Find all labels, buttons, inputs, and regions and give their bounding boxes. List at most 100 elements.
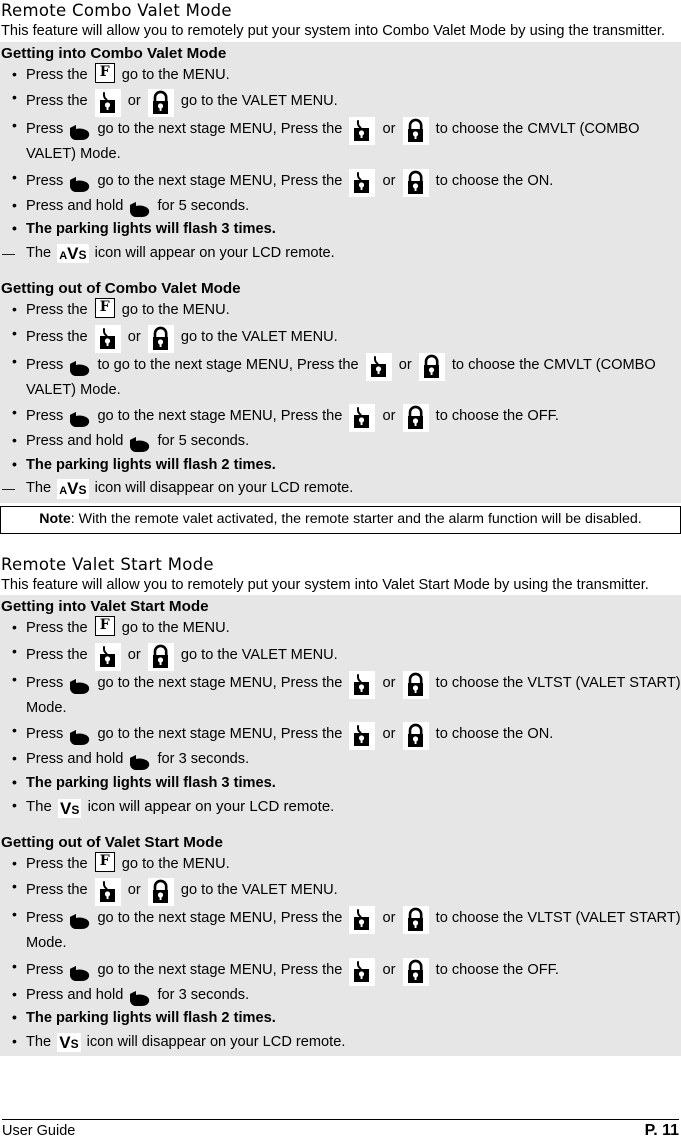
step-text: or [382, 407, 396, 424]
list-item: Press the F go to the MENU. [0, 616, 681, 641]
list-item: Press go to the next stage MENU, Press t… [0, 668, 681, 721]
step-text: go to the MENU. [121, 302, 230, 318]
step-text: or [127, 92, 141, 109]
list-item: Press the F go to the MENU. [0, 298, 681, 323]
section-title-combo-valet: Remote Combo Valet Mode [1, 1, 232, 20]
list-item: Press the F go to the MENU. [0, 63, 681, 88]
lock-icon [349, 906, 376, 934]
menu-f-button-icon: F [94, 851, 115, 872]
step-text: The [26, 480, 52, 496]
hand-pointer-icon [129, 752, 151, 772]
list-item: Press the F go to the MENU. [0, 851, 681, 877]
step-text: Press [26, 356, 64, 373]
list-item: Press go to the next stage MENU, Press t… [0, 955, 681, 986]
hand-pointer-icon [69, 676, 91, 696]
list-item: Press go to the next stage MENU, Press t… [0, 166, 681, 197]
step-text: or [127, 881, 141, 898]
hand-pointer-icon [69, 727, 91, 747]
note-box: Note: With the remote valet activated, t… [0, 505, 681, 534]
step-text: The [26, 798, 52, 815]
list-item: Press and hold for 5 seconds. [0, 194, 681, 219]
section-intro-valet-start: This feature will allow you to remotely … [1, 576, 649, 593]
vs-letter-v: V [59, 1032, 71, 1052]
step-text: The [26, 1033, 52, 1050]
step-text: Press [26, 407, 64, 424]
step-text: for 5 seconds. [157, 197, 250, 214]
list-item: The VS icon will disappear on your LCD r… [0, 1030, 681, 1055]
list-item: Press and hold for 3 seconds. [0, 983, 681, 1008]
list-item: Press go to the next stage MENU, Press t… [0, 401, 681, 432]
list-item: The AVS icon will disappear on your LCD … [0, 477, 681, 501]
steps-getting-into-combo-valet: Press the F go to the MENU. Press the or… [0, 63, 681, 266]
step-text: icon will disappear on your LCD remote. [94, 480, 354, 496]
step-text: go to the VALET MENU. [180, 646, 338, 663]
note-label: Note [39, 510, 71, 527]
manual-page: Remote Combo Valet Mode This feature wil… [0, 0, 681, 1146]
unlock-icon [147, 89, 174, 117]
step-text: icon will disappear on your LCD remote. [86, 1033, 346, 1050]
footer-document-label: User Guide [2, 1123, 76, 1139]
footer-page-number: P. 11 [644, 1122, 679, 1139]
avs-status-icon: AVS [57, 243, 89, 264]
step-text: go to the next stage MENU, Press the [97, 407, 343, 424]
vs-status-icon: VS [58, 798, 82, 818]
step-text: go to the VALET MENU. [180, 92, 338, 109]
lock-icon [349, 404, 376, 432]
step-text: The [26, 244, 52, 261]
steps-getting-into-valet-start: Press the F go to the MENU. Press the or… [0, 616, 681, 819]
step-text: icon will appear on your LCD remote. [87, 798, 335, 815]
step-text: or [382, 172, 396, 189]
step-text: go to the next stage MENU, Press the [97, 961, 343, 978]
unlock-icon [402, 117, 429, 145]
step-text: Press [26, 674, 64, 691]
combo-valet-panel: Getting into Combo Valet Mode Press the … [0, 41, 681, 503]
step-text: to choose the ON. [435, 725, 554, 742]
step-text: Press the [26, 855, 88, 872]
vs-letter-s: S [71, 802, 80, 817]
step-text: go to the MENU. [121, 855, 230, 872]
step-text: go to the next stage MENU, Press the [97, 674, 343, 691]
step-text: for 3 seconds. [157, 751, 250, 767]
unlock-icon [402, 957, 429, 986]
unlock-icon [402, 722, 429, 750]
step-text: Press the [26, 328, 88, 345]
heading-getting-into-valet-start: Getting into Valet Start Mode [1, 598, 209, 615]
step-text: Press [26, 961, 64, 978]
step-text: go to the next stage MENU, Press the [97, 725, 343, 742]
list-item: The parking lights will flash 3 times. [0, 217, 681, 242]
hand-pointer-icon [69, 122, 91, 142]
step-text: Press the [26, 92, 88, 109]
step-text: to choose the OFF. [435, 407, 559, 424]
hand-pointer-icon [69, 963, 91, 983]
list-item: Press go to the next stage MENU, Press t… [0, 719, 681, 750]
step-text: for 5 seconds. [157, 433, 250, 449]
list-item: Press the or go to the VALET MENU. [0, 875, 681, 906]
lock-icon [349, 722, 376, 750]
step-text: Press [26, 120, 64, 137]
menu-f-button-icon: F [94, 616, 115, 637]
list-item: Press the or go to the VALET MENU. [0, 86, 681, 117]
heading-getting-out-combo-valet: Getting out of Combo Valet Mode [1, 280, 241, 297]
step-text: to go to the next stage MENU, Press the [97, 356, 359, 373]
step-text: Press the [26, 646, 88, 663]
valet-start-panel: Getting into Valet Start Mode Press the … [0, 595, 681, 1056]
vs-status-icon: VS [57, 1032, 81, 1053]
step-text: go to the VALET MENU. [180, 328, 338, 345]
hand-pointer-icon [129, 434, 151, 454]
step-text: go to the MENU. [121, 66, 230, 83]
list-item: Press the or go to the VALET MENU. [0, 640, 681, 671]
avs-letter-v: V [67, 479, 79, 499]
step-text: go to the next stage MENU, Press the [97, 120, 343, 137]
list-item: The parking lights will flash 2 times. [0, 1006, 681, 1031]
step-text: go to the next stage MENU, Press the [97, 172, 343, 189]
step-text: go to the VALET MENU. [180, 881, 338, 898]
unlock-icon [402, 168, 429, 197]
page-footer: User Guide P. 11 [0, 1119, 681, 1140]
list-item: Press go to the next stage MENU, Press t… [0, 114, 681, 167]
unlock-icon [147, 324, 174, 353]
lock-icon [94, 324, 121, 353]
avs-letter-s: S [78, 247, 87, 262]
step-text: for 3 seconds. [157, 986, 250, 1003]
step-text: or [382, 725, 396, 742]
step-text: Press the [26, 66, 88, 83]
